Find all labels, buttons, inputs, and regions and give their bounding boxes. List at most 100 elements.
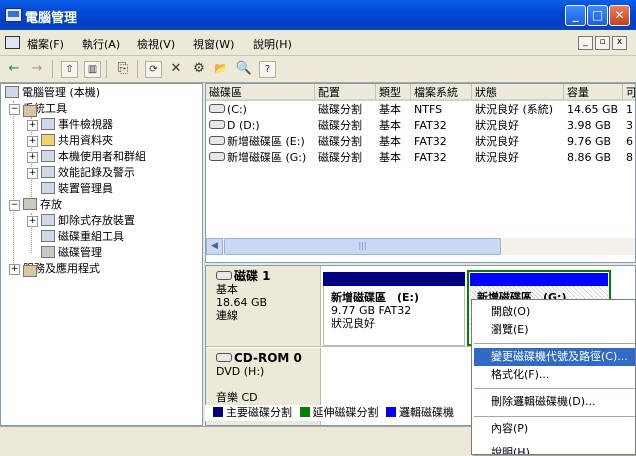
tree-item-storage[interactable]: 存放 bbox=[23, 197, 62, 213]
console-icon[interactable] bbox=[5, 36, 20, 49]
disk-management-icon bbox=[41, 246, 55, 258]
removable-storage-icon bbox=[41, 214, 55, 226]
expand-toggle[interactable]: + bbox=[27, 216, 38, 227]
users-icon bbox=[41, 150, 55, 162]
logical-drive-bar bbox=[470, 273, 608, 286]
menu-item-properties[interactable]: 內容(P) bbox=[474, 420, 635, 438]
partition-legend: 主要磁碟分割 延伸磁碟分割 邏輯磁碟機 bbox=[205, 405, 473, 421]
menu-view[interactable]: 檢視(V) bbox=[137, 36, 175, 52]
menu-help[interactable]: 說明(H) bbox=[253, 36, 292, 52]
menu-separator bbox=[474, 416, 635, 417]
tree-item-disk-management[interactable]: 磁碟管理 bbox=[41, 245, 102, 261]
mdi-restore-button[interactable]: ▫ bbox=[595, 36, 610, 50]
cdrom-icon bbox=[216, 353, 232, 362]
column-header-filesystem[interactable]: 檔案系統 bbox=[411, 84, 472, 101]
volume-list: 磁碟區 配置 類型 檔案系統 狀態 容量 可 (C:) 磁碟分割 基本 NTFS… bbox=[205, 83, 636, 263]
mdi-close-button[interactable]: x bbox=[612, 36, 627, 50]
open-folder-icon[interactable]: 📂 bbox=[212, 60, 230, 78]
refresh-icon[interactable]: ⟳ bbox=[145, 61, 162, 78]
horizontal-scrollbar[interactable]: ◀ ||| bbox=[206, 238, 635, 255]
up-folder-icon[interactable]: ⇧ bbox=[61, 61, 78, 78]
expand-toggle[interactable]: + bbox=[27, 136, 38, 147]
column-header-capacity[interactable]: 容量 bbox=[564, 84, 623, 101]
tree-item-local-users[interactable]: 本機使用者和群組 bbox=[41, 149, 146, 165]
close-button[interactable]: ✕ bbox=[609, 5, 630, 26]
toolbar: ← → ⇧ ▥ ⎘ ⟳ ✕ ⚙ 📂 🔍 ? bbox=[0, 56, 636, 83]
menu-separator bbox=[474, 343, 635, 344]
expand-toggle[interactable]: + bbox=[27, 120, 38, 131]
legend-swatch bbox=[213, 407, 223, 417]
disk1-label[interactable]: 磁碟 1 基本 18.64 GB 連線 bbox=[206, 266, 321, 346]
scroll-thumb[interactable]: ||| bbox=[224, 238, 501, 255]
tree-item-defragmenter[interactable]: 磁碟重組工具 bbox=[41, 229, 124, 245]
tree-item-shared-folders[interactable]: 共用資料夾 bbox=[41, 133, 113, 149]
performance-icon bbox=[41, 166, 55, 178]
scroll-left-button[interactable]: ◀ bbox=[206, 238, 223, 255]
column-header-free[interactable]: 可 bbox=[623, 84, 635, 101]
drive-icon bbox=[209, 152, 225, 161]
mdi-minimize-button[interactable]: _ bbox=[578, 36, 593, 50]
computer-icon bbox=[5, 86, 19, 98]
search-icon[interactable]: 🔍 bbox=[235, 60, 253, 78]
menu-item-explore[interactable]: 瀏覽(E) bbox=[474, 321, 635, 339]
maximize-button[interactable]: □ bbox=[587, 5, 608, 26]
tree-item-event-viewer[interactable]: 事件檢視器 bbox=[41, 117, 113, 133]
tree-item-device-manager[interactable]: 裝置管理員 bbox=[41, 181, 113, 197]
tree-item-system-tools[interactable]: 系統工具 bbox=[23, 101, 67, 117]
device-manager-icon bbox=[41, 182, 55, 194]
menu-item-format[interactable]: 格式化(F)... bbox=[474, 366, 635, 384]
partition-e[interactable]: 新增磁碟區 (E:) 9.77 GB FAT32 狀況良好 bbox=[323, 286, 465, 346]
drive-icon bbox=[209, 136, 225, 145]
defrag-icon bbox=[41, 230, 55, 242]
forward-arrow-icon[interactable]: → bbox=[28, 60, 46, 78]
menu-separator bbox=[474, 388, 635, 389]
tree-item-removable-storage[interactable]: 卸除式存放裝置 bbox=[41, 213, 135, 229]
context-menu: 開啟(O) 瀏覽(E) 變更磁碟機代號及路徑(C)... 格式化(F)... 刪… bbox=[471, 299, 636, 455]
menu-item-change-drive-letter[interactable]: 變更磁碟機代號及路徑(C)... bbox=[474, 348, 635, 366]
properties-icon[interactable]: ⎘ bbox=[114, 60, 132, 78]
menu-action[interactable]: 執行(A) bbox=[82, 36, 120, 52]
toolbar-separator bbox=[52, 60, 53, 78]
column-header-type[interactable]: 類型 bbox=[376, 84, 411, 101]
column-header-status[interactable]: 狀態 bbox=[472, 84, 564, 101]
expand-toggle[interactable]: + bbox=[9, 264, 20, 275]
event-viewer-icon bbox=[41, 118, 55, 130]
column-header-volume[interactable]: 磁碟區 bbox=[206, 84, 315, 101]
legend-swatch bbox=[386, 407, 396, 417]
collapse-toggle[interactable]: − bbox=[9, 104, 20, 115]
show-hide-tree-icon[interactable]: ▥ bbox=[84, 61, 101, 78]
window-title: 電腦管理 bbox=[25, 11, 78, 26]
system-tools-icon bbox=[23, 105, 37, 117]
tree-item-performance-logs[interactable]: 效能記錄及警示 bbox=[41, 165, 135, 181]
toolbar-separator bbox=[106, 60, 107, 78]
console-tree: 電腦管理 (本機) − 系統工具 + 事件檢視器 + 共用資料夾 + 本機使用者… bbox=[0, 83, 203, 426]
settings-icon[interactable]: ⚙ bbox=[190, 60, 208, 78]
disk-icon bbox=[216, 271, 232, 280]
services-icon bbox=[23, 265, 37, 277]
expand-toggle[interactable]: + bbox=[27, 152, 38, 163]
collapse-toggle[interactable]: − bbox=[9, 200, 20, 211]
shared-folder-icon bbox=[41, 134, 55, 146]
menu-item-help[interactable]: 說明(H) bbox=[474, 444, 635, 454]
column-header-layout[interactable]: 配置 bbox=[315, 84, 376, 101]
menu-file[interactable]: 檔案(F) bbox=[27, 36, 64, 52]
minimize-button[interactable]: _ bbox=[565, 5, 586, 26]
expand-toggle[interactable]: + bbox=[27, 168, 38, 179]
drive-icon bbox=[209, 120, 225, 129]
title-bar: 電腦管理 _ □ ✕ bbox=[0, 0, 636, 30]
computer-management-icon bbox=[5, 8, 22, 22]
back-arrow-icon[interactable]: ← bbox=[5, 60, 23, 78]
toolbar-separator bbox=[137, 60, 138, 78]
menu-bar: 檔案(F) 執行(A) 檢視(V) 視窗(W) 說明(H) _ ▫ x bbox=[0, 30, 636, 56]
help-icon[interactable]: ? bbox=[259, 61, 276, 78]
tree-item-root[interactable]: 電腦管理 (本機) bbox=[5, 85, 100, 101]
menu-item-delete-logical-drive[interactable]: 刪除邏輯磁碟機(D)... bbox=[474, 393, 635, 411]
primary-partition-bar bbox=[323, 272, 465, 286]
drive-icon bbox=[209, 104, 225, 113]
tree-item-services-apps[interactable]: 服務及應用程式 bbox=[23, 261, 100, 277]
delete-icon[interactable]: ✕ bbox=[167, 60, 185, 78]
menu-window[interactable]: 視窗(W) bbox=[193, 36, 234, 52]
storage-icon bbox=[23, 198, 37, 210]
menu-item-open[interactable]: 開啟(O) bbox=[474, 303, 635, 321]
